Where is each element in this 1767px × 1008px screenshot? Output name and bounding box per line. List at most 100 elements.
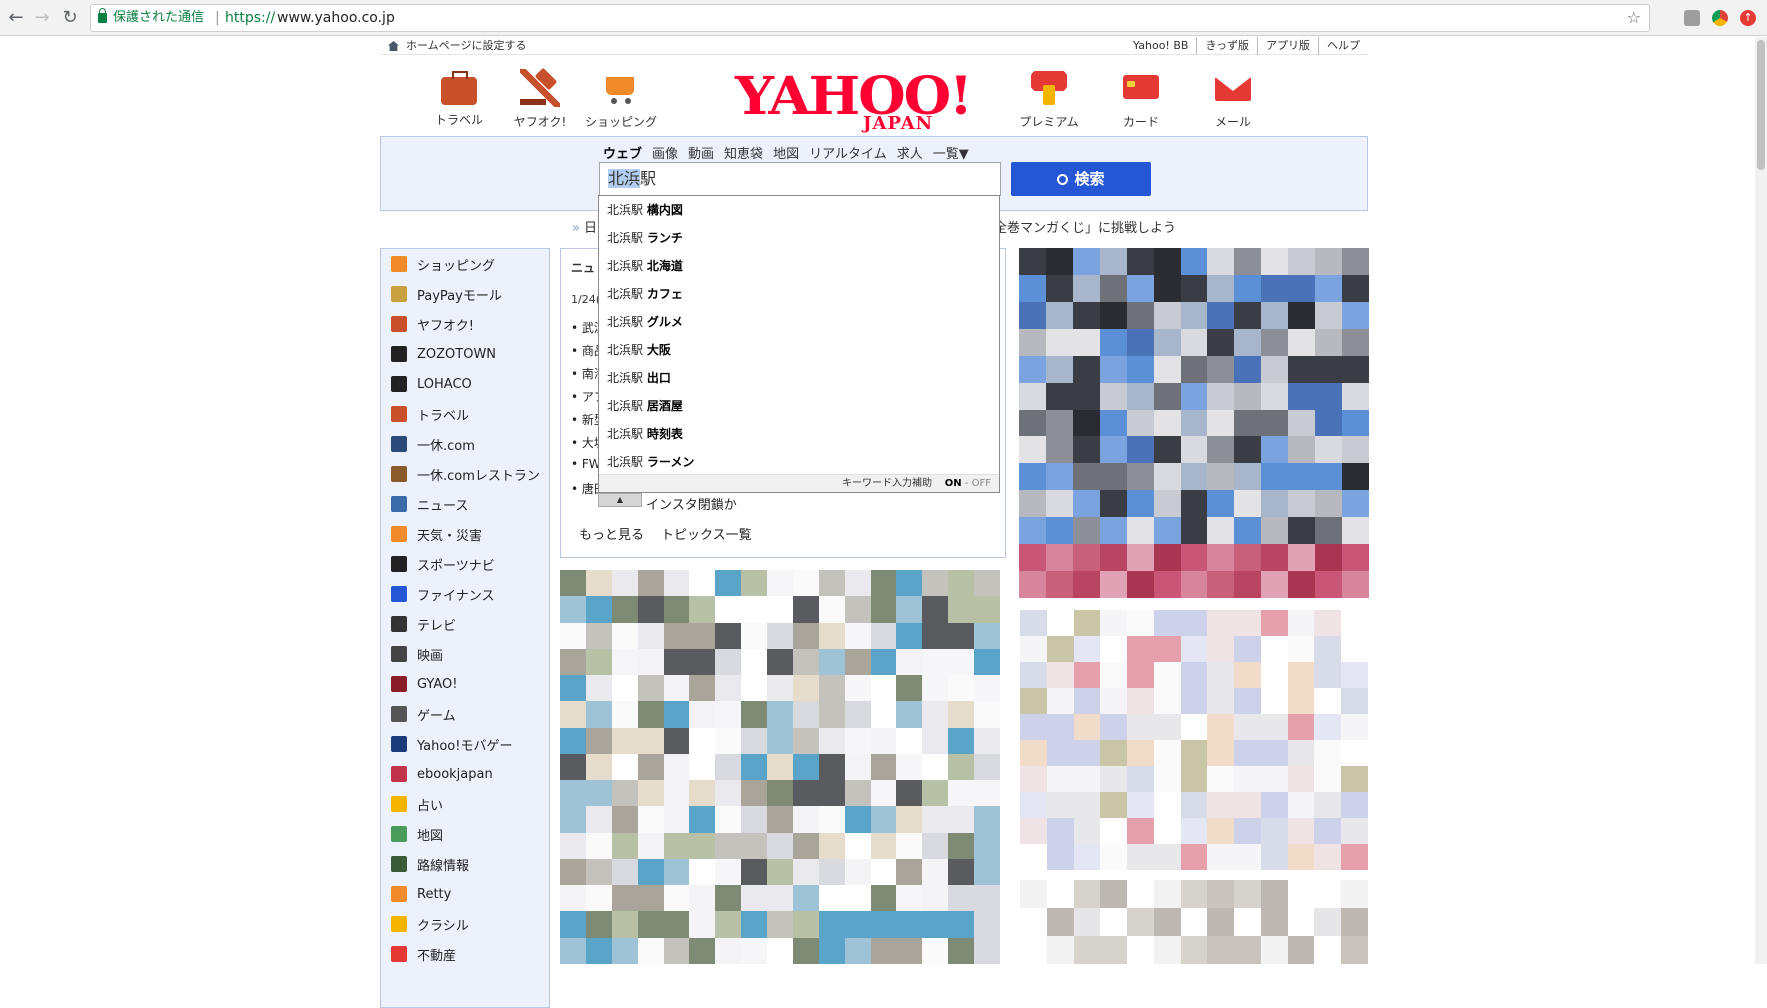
sidebar-item[interactable]: LOHACO [381, 369, 549, 399]
service-premium[interactable]: プレミアム [1004, 69, 1094, 130]
sidebar-item[interactable]: 一休.comレストラン [381, 459, 549, 489]
address-bar[interactable]: 保護された通信 | https:// www.yahoo.co.jp ☆ [90, 4, 1650, 32]
back-arrow-icon[interactable]: ← [6, 8, 26, 28]
mosaic-tile [611, 911, 638, 938]
sidebar-item[interactable]: スポーツナビ [381, 549, 549, 579]
mosaic-tile [1072, 544, 1100, 572]
mosaic-tile [1180, 636, 1208, 662]
mosaic-tile [818, 648, 845, 676]
news-item-trail[interactable]: インスタ閉鎖か [646, 494, 737, 513]
suggest-item[interactable]: 北浜駅 居酒屋 [599, 392, 999, 420]
tab-more[interactable]: 一覧▼ [933, 143, 969, 162]
sidebar-item[interactable]: ショッピング [381, 249, 549, 279]
mosaic-tile [1207, 610, 1235, 636]
mosaic-tile [560, 701, 586, 728]
news-more-link[interactable]: もっと見る [579, 524, 644, 543]
suggest-item[interactable]: 北浜駅 出口 [599, 364, 999, 392]
sidebar-item[interactable]: ZOZOTOWN [381, 339, 549, 369]
yahoo-japan-logo[interactable]: YAHOO! JAPAN [735, 71, 973, 135]
mosaic-tile [663, 727, 690, 754]
mosaic-tile [1207, 688, 1235, 714]
sidebar-item[interactable]: ebookjapan [381, 759, 549, 789]
topics-list-link[interactable]: トピックス一覧 [661, 524, 752, 543]
reload-icon[interactable]: ↻ [60, 8, 80, 28]
mosaic-tile [948, 832, 975, 859]
tab-jobs[interactable]: 求人 [897, 143, 923, 162]
sidebar-item[interactable]: ファイナンス [381, 579, 549, 609]
sidebar-item[interactable]: クラシル [381, 909, 549, 939]
assist-on-toggle[interactable]: ON [945, 478, 962, 489]
help-link[interactable]: ヘルプ [1318, 37, 1368, 55]
sidebar-item[interactable]: 一休.com [381, 429, 549, 459]
tab-video[interactable]: 動画 [688, 143, 714, 162]
notice-lead: 日 [583, 221, 597, 236]
sidebar-item[interactable]: Yahoo!モバゲー [381, 729, 549, 759]
promo-notice[interactable]: » 日 [572, 217, 597, 236]
suggest-item[interactable]: 北浜駅 大阪 [599, 336, 999, 364]
service-mail[interactable]: メール [1188, 69, 1278, 130]
mosaic-tile [1153, 936, 1181, 964]
suggest-item[interactable]: 北浜駅 ラーメン [599, 448, 999, 476]
service-auction[interactable]: ヤフオク! [495, 69, 585, 130]
set-homepage-link[interactable]: ホームページに設定する [406, 37, 526, 55]
mosaic-tile [767, 596, 793, 623]
mosaic-tile [1260, 662, 1288, 688]
tab-web[interactable]: ウェブ [603, 143, 642, 162]
mosaic-tile [585, 806, 612, 833]
search-input[interactable]: 北浜駅 [599, 162, 1001, 196]
update-icon[interactable]: ↑ [1740, 10, 1756, 26]
search-button[interactable]: 検索 [1011, 162, 1151, 196]
service-card[interactable]: カード [1096, 69, 1186, 130]
news-item[interactable]: • FW [571, 457, 601, 471]
mosaic-tile [818, 780, 845, 807]
sidebar-item[interactable]: GYAO! [381, 669, 549, 699]
mosaic-tile [1100, 662, 1128, 688]
assist-off-toggle[interactable]: OFF [972, 478, 991, 489]
sidebar-item[interactable]: テレビ [381, 609, 549, 639]
suggest-item[interactable]: 北浜駅 ランチ [599, 224, 999, 252]
sidebar-item[interactable]: 路線情報 [381, 849, 549, 879]
suggest-collapse-button[interactable]: ▲ [598, 493, 642, 507]
mosaic-tile [1127, 908, 1154, 936]
camera-extension-icon[interactable] [1684, 10, 1700, 26]
sidebar-item[interactable]: 占い [381, 789, 549, 819]
app-link[interactable]: アプリ版 [1257, 37, 1318, 55]
kids-link[interactable]: きっず版 [1196, 37, 1257, 55]
tab-realtime[interactable]: リアルタイム [809, 143, 887, 162]
service-shopping[interactable]: ショッピング [576, 69, 666, 130]
sidebar-item[interactable]: ゲーム [381, 699, 549, 729]
sidebar-item[interactable]: 不動産 [381, 939, 549, 969]
mosaic-tile [1153, 328, 1181, 356]
sidebar-item[interactable]: ニュース [381, 489, 549, 519]
suggest-item[interactable]: 北浜駅 時刻表 [599, 420, 999, 448]
mosaic-tile [611, 570, 638, 597]
mosaic-tile [689, 885, 716, 912]
mosaic-tile [1045, 409, 1073, 437]
service-travel[interactable]: トラベル [414, 69, 504, 128]
mosaic-tile [1234, 328, 1262, 356]
sidebar-item[interactable]: 天気・災害 [381, 519, 549, 549]
tab-chiebukuro[interactable]: 知恵袋 [724, 143, 763, 162]
mosaic-tile [1153, 436, 1181, 464]
promo-notice-tail[interactable]: 全巻マンガくじ」に挑戦しよう [994, 217, 1176, 236]
sidebar-item[interactable]: トラベル [381, 399, 549, 429]
sidebar-item[interactable]: 地図 [381, 819, 549, 849]
scrollbar-thumb[interactable] [1757, 40, 1765, 170]
suggest-item[interactable]: 北浜駅 グルメ [599, 308, 999, 336]
suggest-item[interactable]: 北浜駅 構内図 [599, 196, 999, 224]
forward-arrow-icon[interactable]: → [32, 8, 52, 28]
sidebar-item[interactable]: PayPayモール [381, 279, 549, 309]
scrollbar-track[interactable] [1755, 37, 1767, 964]
tab-images[interactable]: 画像 [652, 143, 678, 162]
sidebar-item[interactable]: ヤフオク! [381, 309, 549, 339]
tab-map[interactable]: 地図 [773, 143, 799, 162]
mosaic-tile [1153, 382, 1181, 410]
chrome-extension-icon[interactable] [1712, 10, 1728, 26]
yahoo-bb-link[interactable]: Yahoo! BB [1125, 37, 1196, 55]
sidebar-item[interactable]: Retty [381, 879, 549, 909]
suggest-query: 北浜駅 [607, 399, 644, 413]
sidebar-item[interactable]: 映画 [381, 639, 549, 669]
suggest-item[interactable]: 北浜駅 北海道 [599, 252, 999, 280]
suggest-item[interactable]: 北浜駅 カフェ [599, 280, 999, 308]
bookmark-star-icon[interactable]: ☆ [1627, 5, 1641, 31]
